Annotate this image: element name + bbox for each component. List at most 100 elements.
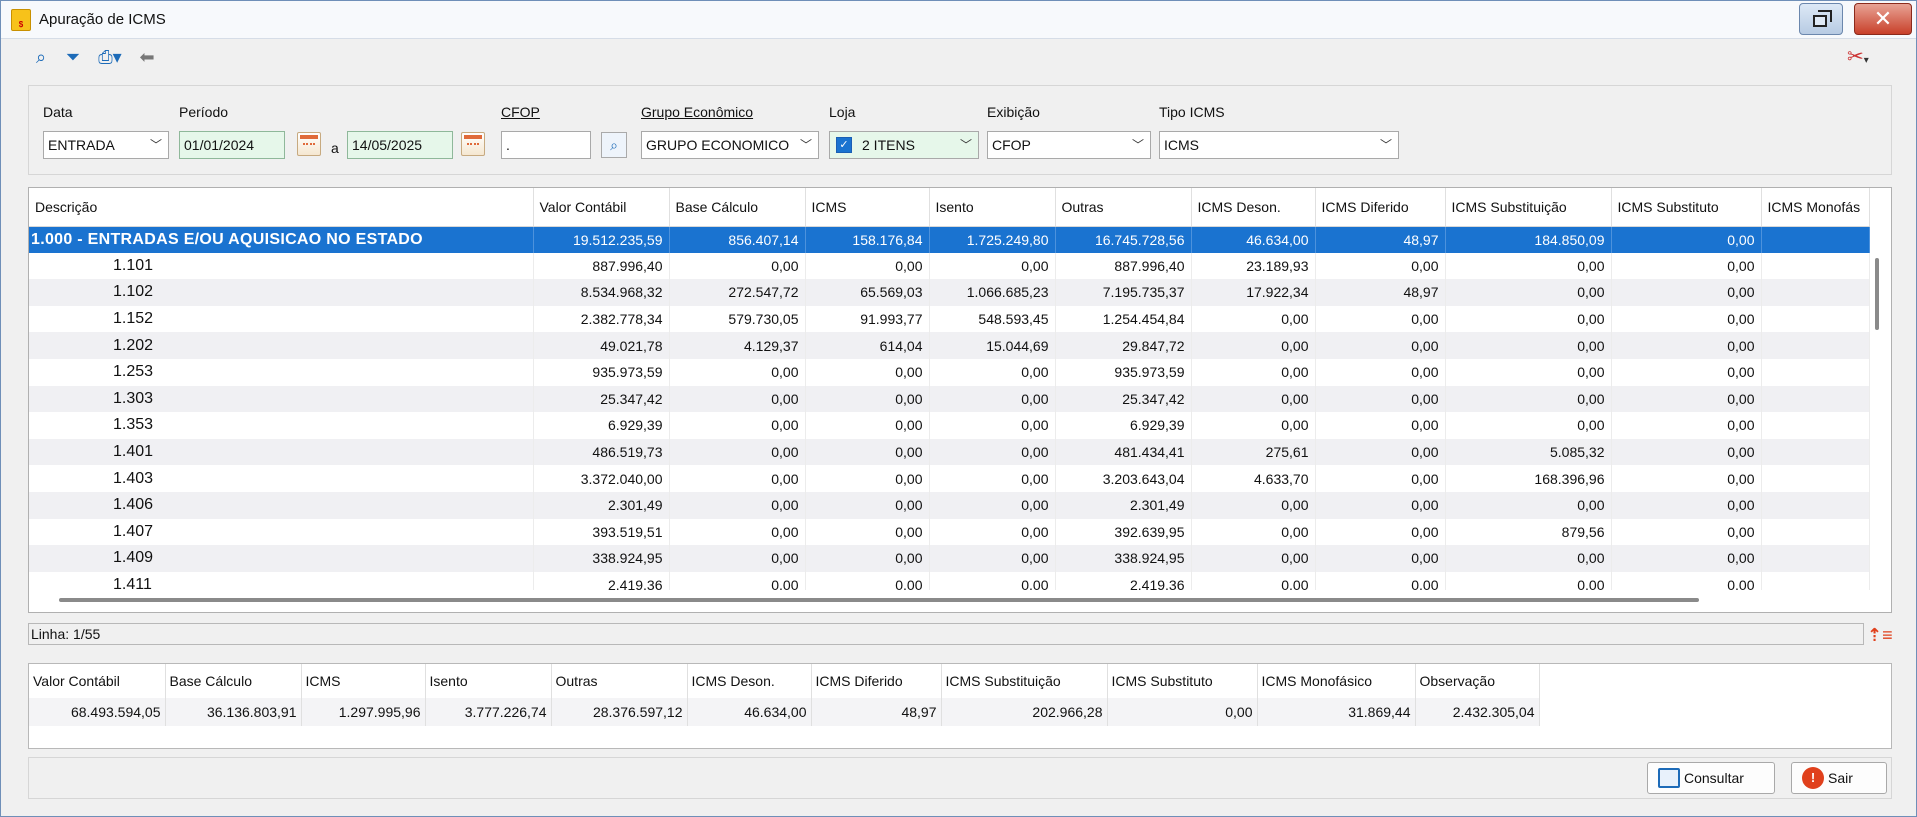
status-line: Linha: 1/55	[28, 623, 1864, 645]
row-description: 1.303	[29, 385, 534, 413]
vertical-scrollbar[interactable]	[1875, 258, 1879, 330]
row-value: 0,00	[1445, 252, 1612, 280]
column-header[interactable]: ICMS Diferido	[1315, 188, 1446, 227]
grupo-select[interactable]: GRUPO ECONOMICO ﹀	[641, 131, 819, 159]
back-arrow-icon[interactable]: ⬅	[135, 45, 159, 69]
table-row[interactable]: 1.406 2.301,49 0,00 0,00 0,00 2.301,49 0,00 0,0…	[29, 491, 1870, 519]
row-value: 15.044,69	[929, 332, 1056, 359]
print-icon[interactable]: ⎙▾	[93, 45, 127, 69]
row-value: 0,00	[805, 518, 930, 546]
period-start-input[interactable]: 01/01/2024	[179, 131, 285, 159]
row-value: 0,00	[1315, 545, 1446, 572]
column-header[interactable]: Valor Contábil	[533, 188, 670, 227]
table-row[interactable]: 1.353 6.929,39 0,00 0,00 0,00 6.929,39 0,00 0,0…	[29, 412, 1870, 439]
data-grid[interactable]: Descrição Valor Contábil Base Cálculo ICMS I…	[28, 187, 1892, 613]
table-row[interactable]: 1.303 25.347,42 0,00 0,00 0,00 25.347,42 0,00 0…	[29, 385, 1870, 413]
row-value: 887.996,40	[533, 252, 670, 280]
table-row[interactable]: 1.403 3.372.040,00 0,00 0,00 0,00 3.203.643,0…	[29, 465, 1870, 492]
loja-select[interactable]: ✓ 2 ITENS ﹀	[829, 131, 979, 159]
row-value: 0,00	[929, 412, 1056, 439]
row-value: 23.189,93	[1191, 252, 1316, 280]
column-header[interactable]: Isento	[929, 188, 1056, 227]
close-button[interactable]: ✕	[1854, 3, 1912, 35]
row-value: 392.639,95	[1055, 518, 1192, 546]
row-value	[1761, 226, 1870, 253]
column-header[interactable]: ICMS Monofás	[1761, 188, 1870, 227]
calendar-icon[interactable]	[461, 132, 485, 156]
row-value: 0,00	[805, 545, 930, 572]
column-header[interactable]: Base Cálculo	[669, 188, 806, 227]
sair-button[interactable]: ! Sair	[1791, 762, 1887, 794]
row-value: 879,56	[1445, 518, 1612, 546]
row-value: 0,00	[1191, 305, 1316, 333]
row-value: 168.396,96	[1445, 465, 1612, 492]
row-value: 272.547,72	[669, 279, 806, 306]
row-value: 0,00	[1611, 385, 1762, 413]
row-value: 4.129,37	[669, 332, 806, 359]
calendar-icon[interactable]	[297, 132, 321, 156]
row-value: 25.347,42	[1055, 385, 1192, 413]
column-header[interactable]: Descrição	[29, 188, 534, 227]
exibicao-select[interactable]: CFOP ﹀	[987, 131, 1151, 159]
checkbox-icon[interactable]: ✓	[836, 137, 852, 153]
row-value: 0,00	[1611, 279, 1762, 306]
row-value: 0,00	[805, 358, 930, 386]
row-value	[1761, 412, 1870, 439]
row-value: 0,00	[805, 385, 930, 413]
row-value: 0,00	[669, 545, 806, 572]
table-row[interactable]: 1.407 393.519,51 0,00 0,00 0,00 392.639,95 0,0…	[29, 518, 1870, 546]
table-row[interactable]: 1.152 2.382.778,34 579.730,05 91.993,77 548.…	[29, 305, 1870, 333]
column-header[interactable]: ICMS Substituição	[1445, 188, 1612, 227]
column-header[interactable]: Outras	[1055, 188, 1192, 227]
row-value: 0,00	[669, 518, 806, 546]
cfop-search-button[interactable]: ⌕	[601, 132, 627, 158]
consultar-button[interactable]: Consultar	[1647, 762, 1775, 794]
row-value	[1761, 491, 1870, 519]
totals-header: Isento	[425, 664, 552, 698]
row-value: 0,00	[1611, 332, 1762, 359]
row-value: 0,00	[1191, 332, 1316, 359]
data-select[interactable]: ENTRADA ﹀	[43, 131, 169, 159]
horizontal-scrollbar[interactable]	[59, 598, 1699, 602]
row-value: 0,00	[1315, 465, 1446, 492]
totals-value: 202.966,28	[941, 698, 1108, 726]
row-value: 0,00	[1191, 385, 1316, 413]
tipo-icms-select[interactable]: ICMS ﹀	[1159, 131, 1399, 159]
row-value: 184.850,09	[1445, 226, 1612, 253]
row-value: 0,00	[1611, 358, 1762, 386]
table-row[interactable]: 1.253 935.973,59 0,00 0,00 0,00 935.973,59 0,0…	[29, 358, 1870, 386]
grupo-label: Grupo Econômico	[641, 104, 754, 120]
row-value: 0,00	[1445, 332, 1612, 359]
sort-icon[interactable]: ⇡≡	[1867, 623, 1893, 647]
table-row[interactable]: 1.401 486.519,73 0,00 0,00 0,00 481.434,41 275…	[29, 438, 1870, 466]
column-header[interactable]: ICMS Substituto	[1611, 188, 1762, 227]
row-value: 3.203.643,04	[1055, 465, 1192, 492]
tools-icon[interactable]: ✂▾	[1847, 45, 1887, 69]
row-value: 481.434,41	[1055, 438, 1192, 466]
table-row[interactable]: 1.101 887.996,40 0,00 0,00 0,00 887.996,40 23.…	[29, 252, 1870, 280]
data-label: Data	[43, 104, 73, 120]
row-description: 1.403	[29, 465, 534, 492]
restore-button[interactable]	[1799, 3, 1843, 35]
totals-value: 28.376.597,12	[551, 698, 688, 726]
row-value: 0,00	[1611, 518, 1762, 546]
table-row[interactable]: 1.102 8.534.968,32 272.547,72 65.569,03 1.06…	[29, 279, 1870, 306]
column-header[interactable]: ICMS Deson.	[1191, 188, 1316, 227]
row-value: 0,00	[1611, 465, 1762, 492]
cfop-input[interactable]: .	[501, 131, 591, 159]
row-value: 486.519,73	[533, 438, 670, 466]
table-row[interactable]: 1.202 49.021,78 4.129,37 614,04 15.044,69 29.…	[29, 332, 1870, 359]
row-value: 0,00	[1315, 252, 1446, 280]
row-value: 0,00	[1611, 252, 1762, 280]
row-value: 2.382.778,34	[533, 305, 670, 333]
row-value: 29.847,72	[1055, 332, 1192, 359]
row-value: 0,00	[1611, 545, 1762, 572]
search-icon[interactable]: ⌕	[29, 45, 53, 69]
app-window: $ Apuração de ICMS ✕ ⌕ ⏷ ⎙▾ ⬅ ✂▾ Data EN…	[0, 0, 1917, 817]
column-header[interactable]: ICMS	[805, 188, 930, 227]
period-end-input[interactable]: 14/05/2025	[347, 131, 453, 159]
totals-value: 1.297.995,96	[301, 698, 426, 726]
table-row[interactable]: 1.409 338.924,95 0,00 0,00 0,00 338.924,95 0,0…	[29, 545, 1870, 572]
table-row-selected[interactable]: 1.000 - ENTRADAS E/OU AQUISICAO NO ESTAD…	[29, 226, 1870, 253]
filter-icon[interactable]: ⏷	[61, 45, 85, 69]
